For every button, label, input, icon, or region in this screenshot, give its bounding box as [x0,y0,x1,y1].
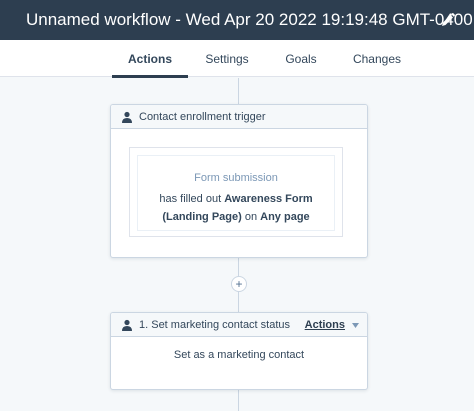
trigger-card-header: Contact enrollment trigger [111,105,367,129]
trigger-filter-inner: Form submission has filled out Awareness… [137,155,335,231]
action-card-title: 1. Set marketing contact status [139,318,291,331]
person-icon [122,319,132,331]
trigger-text-mid: on [241,211,261,223]
connector-line [238,78,239,104]
tab-goals[interactable]: Goals [278,40,324,77]
tab-goals-label: Goals [285,51,317,66]
trigger-text-prefix: has filled out [159,193,225,205]
connector-line [238,390,239,411]
plus-icon: + [235,277,243,291]
tab-changes-label: Changes [352,51,402,66]
action-card-header: 1. Set marketing contact status Actions [111,313,367,337]
tab-changes[interactable]: Changes [346,40,408,77]
action-card-set-marketing-status[interactable]: 1. Set marketing contact status Actions … [110,312,368,390]
trigger-description: has filled out Awareness Form (Landing P… [144,190,328,226]
workflow-title: Unnamed workflow - Wed Apr 20 2022 19:19… [26,10,473,29]
action-description: Set as a marketing contact [173,349,305,361]
tab-settings-label: Settings [205,51,249,66]
trigger-card-title: Contact enrollment trigger [139,110,266,123]
trigger-filter-box[interactable]: Form submission has filled out Awareness… [129,147,343,237]
pencil-icon[interactable] [440,12,456,28]
enrollment-trigger-card[interactable]: Contact enrollment trigger Form submissi… [110,104,368,258]
actions-menu-button[interactable]: Actions [305,313,345,337]
tab-bar: Actions Settings Goals Changes [0,40,474,78]
page-name: Any page [260,211,310,223]
trigger-type-label: Form submission [194,172,278,184]
tab-settings[interactable]: Settings [198,40,256,77]
workflow-header: Unnamed workflow - Wed Apr 20 2022 19:19… [0,0,474,40]
tab-actions[interactable]: Actions [112,40,188,78]
caret-down-icon[interactable] [352,323,359,328]
add-action-button[interactable]: + [231,276,247,292]
tab-actions-label: Actions [127,51,172,66]
person-icon [122,111,132,123]
